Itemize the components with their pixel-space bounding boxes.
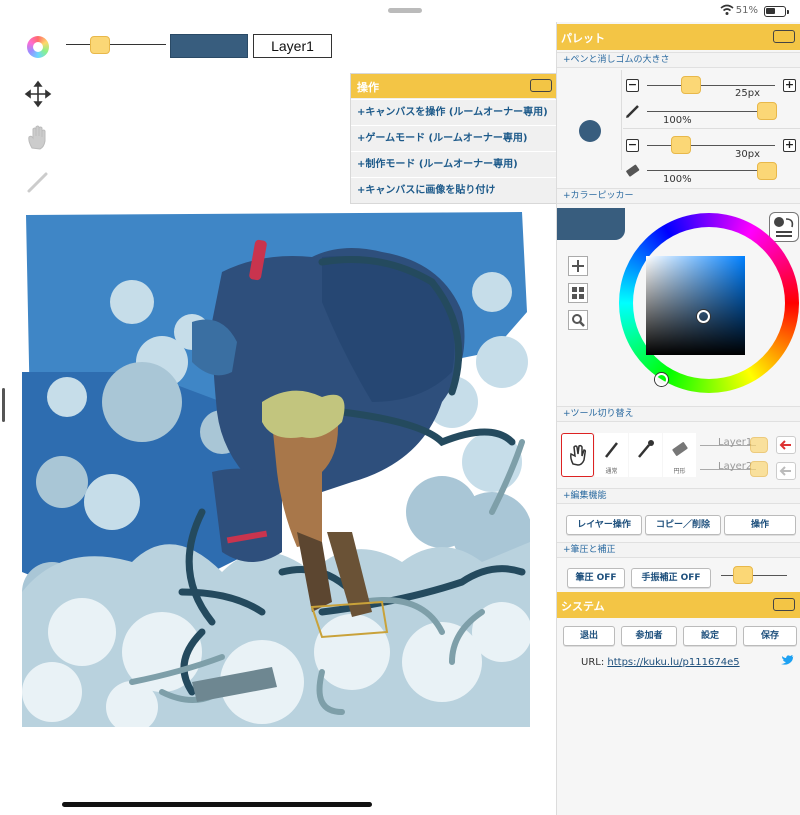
pen-size-increase-button[interactable]: + <box>783 79 796 92</box>
layer-2-arrow-button[interactable] <box>776 462 796 480</box>
palette-toggle-button[interactable] <box>773 30 795 43</box>
battery-icon <box>764 6 789 17</box>
pen-size-slider-thumb[interactable] <box>681 76 701 94</box>
op-item-paste-image[interactable]: +キャンバスに画像を貼り付け <box>351 177 557 203</box>
system-header: システム <box>557 592 800 618</box>
brush-size-slider-thumb[interactable] <box>90 36 110 54</box>
operation-panel-toggle-button[interactable] <box>530 79 552 92</box>
eraser-opacity-icon <box>626 164 640 177</box>
layer-1-label: Layer1 <box>718 437 753 448</box>
operation-button[interactable]: 操作 <box>724 515 796 535</box>
tool-hand-select[interactable] <box>561 433 594 477</box>
pen-opacity-value: 100% <box>663 115 692 126</box>
drag-handle[interactable] <box>388 8 422 13</box>
pen-eraser-divider <box>623 128 800 129</box>
color-picker-header[interactable]: +カラーピッカー <box>557 188 800 204</box>
operation-panel: 操作 +キャンバスを操作 (ルームオーナー専用) +ゲームモード (ルームオーナ… <box>350 73 557 204</box>
add-color-icon[interactable] <box>568 256 588 276</box>
color-swap-icon[interactable] <box>769 212 799 242</box>
settings-button[interactable]: 設定 <box>683 626 737 646</box>
eraser-opacity-slider-track[interactable] <box>647 170 775 171</box>
side-edge-handle <box>2 388 5 422</box>
pen-tool-icon <box>605 442 618 458</box>
selected-color-swatch[interactable] <box>557 208 625 240</box>
tool-normal-pen[interactable]: 通常 <box>595 433 628 477</box>
eraser-size-slider-thumb[interactable] <box>671 136 691 154</box>
palette-title: パレット <box>561 32 605 45</box>
hue-picker-handle[interactable] <box>655 373 668 386</box>
op-item-canvas-operate[interactable]: +キャンバスを操作 (ルームオーナー専用) <box>351 99 557 125</box>
brush-size-slider-track[interactable] <box>66 44 166 45</box>
participants-button[interactable]: 参加者 <box>621 626 677 646</box>
color-picker-icon[interactable] <box>27 36 49 58</box>
twitter-icon[interactable] <box>781 654 795 666</box>
pen-opacity-slider-track[interactable] <box>647 111 775 112</box>
pen-icon[interactable] <box>24 168 52 196</box>
correction-slider-track[interactable] <box>721 575 787 576</box>
circle-eraser-icon <box>672 442 688 456</box>
tool-switch-header[interactable]: +ツール切り替え <box>557 406 800 422</box>
current-layer-box[interactable]: Layer1 <box>253 34 332 58</box>
pen-size-header[interactable]: +ペンと消しゴムの大きさ <box>557 52 800 68</box>
pressure-header[interactable]: +筆圧と補正 <box>557 542 800 558</box>
tool-circle-label: 円形 <box>673 468 686 475</box>
drawing-canvas[interactable] <box>22 212 532 733</box>
hand-tool-icon <box>570 444 587 466</box>
layer-1-arrow-button[interactable] <box>776 436 796 454</box>
layer-2-label: Layer2 <box>718 461 753 472</box>
tool-dropper[interactable] <box>629 433 662 477</box>
tool-circle-eraser[interactable]: 円形 <box>663 433 696 477</box>
dropper-tool-icon <box>638 440 654 458</box>
zoom-icon[interactable] <box>568 310 588 330</box>
palette-header: パレット <box>557 24 800 50</box>
saturation-value-square[interactable] <box>646 256 745 355</box>
wifi-icon <box>720 4 734 15</box>
eraser-size-value: 30px <box>735 149 760 160</box>
hand-icon[interactable] <box>24 124 52 152</box>
system-title: システム <box>561 600 605 613</box>
palette-grid-icon[interactable] <box>568 283 588 303</box>
save-button[interactable]: 保存 <box>743 626 797 646</box>
battery-level <box>766 8 775 14</box>
copy-delete-button[interactable]: コピー／削除 <box>645 515 721 535</box>
room-url-link[interactable]: https://kuku.lu/p111674e5 <box>607 657 739 668</box>
pen-size-decrease-button[interactable]: − <box>626 79 639 92</box>
eraser-size-slider-track[interactable] <box>647 145 775 146</box>
exit-button[interactable]: 退出 <box>563 626 615 646</box>
shake-correction-button[interactable]: 手振補正 OFF <box>631 568 711 588</box>
layer-1-row[interactable]: Layer1 <box>700 437 768 455</box>
url-label: URL: <box>581 657 605 668</box>
room-url: URL: https://kuku.lu/p111674e5 <box>581 657 740 668</box>
eraser-size-decrease-button[interactable]: − <box>626 139 639 152</box>
operation-panel-header: 操作 <box>351 74 557 98</box>
edit-header[interactable]: +編集機能 <box>557 488 800 504</box>
correction-slider-thumb[interactable] <box>733 566 753 584</box>
layer-operation-button[interactable]: レイヤー操作 <box>566 515 642 535</box>
pressure-toggle-button[interactable]: 筆圧 OFF <box>567 568 625 588</box>
sv-picker-handle[interactable] <box>697 310 710 323</box>
current-color-swatch[interactable] <box>170 34 248 58</box>
operation-panel-title: 操作 <box>357 81 379 94</box>
system-toggle-button[interactable] <box>773 598 795 611</box>
tool-normal-label: 通常 <box>605 468 618 475</box>
home-indicator <box>62 802 372 807</box>
eraser-opacity-slider-thumb[interactable] <box>757 162 777 180</box>
battery-percent: 51% <box>735 5 758 16</box>
op-item-game-mode[interactable]: +ゲームモード (ルームオーナー専用) <box>351 125 557 151</box>
status-bar: 51% <box>556 0 800 22</box>
canvas-artwork <box>22 212 532 733</box>
op-item-production-mode[interactable]: +制作モード (ルームオーナー専用) <box>351 151 557 177</box>
layer-2-row[interactable]: Layer2 <box>700 461 768 479</box>
eraser-size-increase-button[interactable]: + <box>783 139 796 152</box>
move-icon[interactable] <box>24 80 52 108</box>
pen-size-slider-track[interactable] <box>647 85 775 86</box>
palette-panel: パレット +ペンと消しゴムの大きさ − + 25px 100% − + 30px… <box>556 22 800 815</box>
pen-opacity-slider-thumb[interactable] <box>757 102 777 120</box>
pen-size-divider <box>621 70 622 170</box>
pen-size-value: 25px <box>735 88 760 99</box>
eraser-opacity-value: 100% <box>663 174 692 185</box>
pen-opacity-icon <box>626 105 639 118</box>
pen-size-preview <box>579 120 601 142</box>
